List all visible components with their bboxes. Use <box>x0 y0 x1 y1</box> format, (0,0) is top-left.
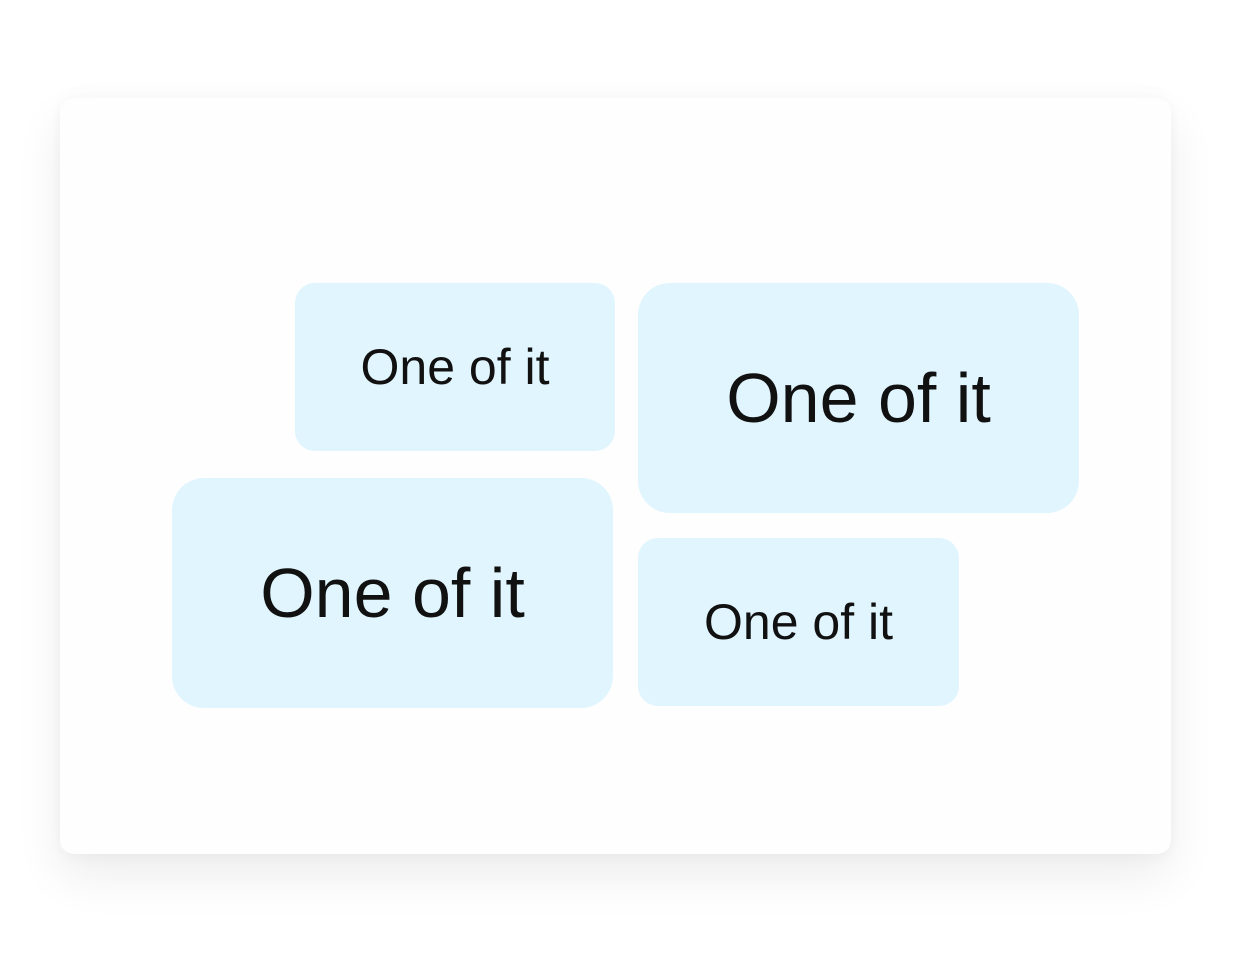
tile-label: One of it <box>726 359 991 437</box>
content-card: One of it One of it One of it One of it <box>60 98 1171 854</box>
tile-small-bottom: One of it <box>638 538 959 706</box>
tile-large-bottom: One of it <box>172 478 613 708</box>
tile-small-top: One of it <box>295 283 615 451</box>
tile-label: One of it <box>260 554 525 632</box>
tile-large-top: One of it <box>638 283 1079 513</box>
tile-label: One of it <box>704 594 893 650</box>
tile-label: One of it <box>360 339 550 395</box>
